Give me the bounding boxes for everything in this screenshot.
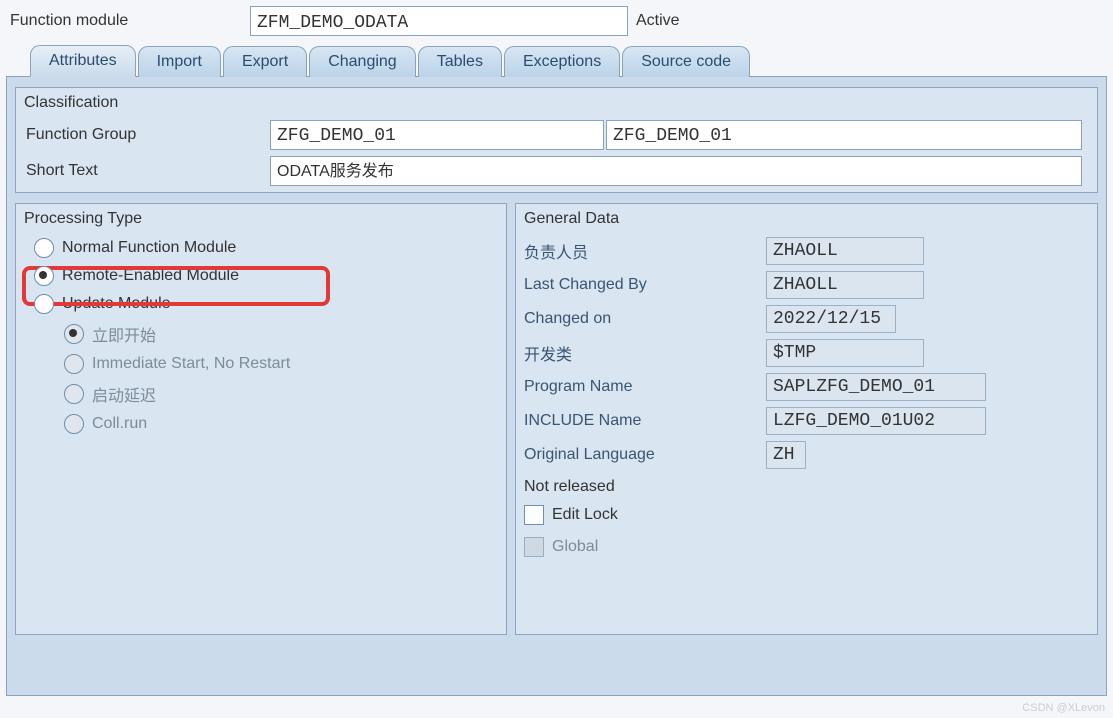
changed-on-value: 2022/12/15 <box>766 305 896 333</box>
radio-normal-row[interactable]: Normal Function Module <box>16 234 506 262</box>
dev-class-label: 开发类 <box>524 341 766 365</box>
person-value: ZHAOLL <box>766 237 924 265</box>
radio-sub-collrun-row: Coll.run <box>16 410 506 438</box>
short-text-input[interactable]: ODATA服务发布 <box>270 156 1082 186</box>
general-data-title: General Data <box>516 204 1097 234</box>
radio-remote-row[interactable]: Remote-Enabled Module <box>16 262 506 290</box>
radio-sub-delayed-row: 启动延迟 <box>16 378 506 410</box>
tab-attributes[interactable]: Attributes <box>30 45 136 77</box>
not-released-row: Not released <box>516 472 1097 499</box>
tab-strip: Attributes Import Export Changing Tables… <box>0 40 1113 76</box>
program-name-row: Program Name SAPLZFG_DEMO_01 <box>516 370 1097 404</box>
tab-tables[interactable]: Tables <box>418 46 502 77</box>
edit-lock-row[interactable]: Edit Lock <box>516 499 1097 531</box>
radio-sub-immediate <box>64 324 84 344</box>
radio-sub-no-restart-row: Immediate Start, No Restart <box>16 350 506 378</box>
person-row: 负责人员 ZHAOLL <box>516 234 1097 268</box>
tab-changing[interactable]: Changing <box>309 46 416 77</box>
function-group-label: Function Group <box>22 126 270 144</box>
radio-normal-label: Normal Function Module <box>62 239 236 257</box>
tab-import[interactable]: Import <box>138 46 221 77</box>
program-name-value: SAPLZFG_DEMO_01 <box>766 373 986 401</box>
not-released-label: Not released <box>524 478 615 496</box>
radio-update-label: Update Module <box>62 295 171 313</box>
classification-group: Classification Function Group ZFG_DEMO_0… <box>15 87 1098 193</box>
function-module-label: Function module <box>6 12 250 30</box>
global-checkbox <box>524 537 544 557</box>
dev-class-value: $TMP <box>766 339 924 367</box>
edit-lock-label: Edit Lock <box>552 506 618 524</box>
tab-source-code[interactable]: Source code <box>622 46 750 77</box>
last-changed-by-value: ZHAOLL <box>766 271 924 299</box>
function-group-input[interactable]: ZFG_DEMO_01 <box>270 120 604 150</box>
short-text-label: Short Text <box>22 162 270 180</box>
global-row: Global <box>516 531 1097 563</box>
status-active: Active <box>628 12 680 30</box>
radio-normal[interactable] <box>34 238 54 258</box>
radio-sub-immediate-label: 立即开始 <box>92 322 156 346</box>
last-changed-by-row: Last Changed By ZHAOLL <box>516 268 1097 302</box>
tab-export[interactable]: Export <box>223 46 307 77</box>
general-data-group: General Data 负责人员 ZHAOLL Last Changed By… <box>515 203 1098 635</box>
short-text-row: Short Text ODATA服务发布 <box>22 156 1091 186</box>
tab-body: Classification Function Group ZFG_DEMO_0… <box>6 76 1107 696</box>
edit-lock-checkbox[interactable] <box>524 505 544 525</box>
include-name-label: INCLUDE Name <box>524 412 766 430</box>
radio-sub-collrun-label: Coll.run <box>92 415 147 433</box>
include-name-value: LZFG_DEMO_01U02 <box>766 407 986 435</box>
lower-row: Processing Type Normal Function Module R… <box>15 203 1098 635</box>
radio-sub-no-restart-label: Immediate Start, No Restart <box>92 355 290 373</box>
processing-type-title: Processing Type <box>16 204 506 234</box>
changed-on-row: Changed on 2022/12/15 <box>516 302 1097 336</box>
radio-sub-immediate-row: 立即开始 <box>16 318 506 350</box>
classification-title: Classification <box>16 88 1097 118</box>
program-name-label: Program Name <box>524 378 766 396</box>
orig-lang-label: Original Language <box>524 446 766 464</box>
radio-remote-label: Remote-Enabled Module <box>62 267 239 285</box>
radio-sub-collrun <box>64 414 84 434</box>
person-label: 负责人员 <box>524 239 766 263</box>
function-group-desc-input[interactable]: ZFG_DEMO_01 <box>606 120 1082 150</box>
changed-on-label: Changed on <box>524 310 766 328</box>
tab-exceptions[interactable]: Exceptions <box>504 46 620 77</box>
dev-class-row: 开发类 $TMP <box>516 336 1097 370</box>
radio-sub-no-restart <box>64 354 84 374</box>
radio-sub-delayed <box>64 384 84 404</box>
radio-update[interactable] <box>34 294 54 314</box>
radio-remote[interactable] <box>34 266 54 286</box>
global-label: Global <box>552 538 598 556</box>
processing-type-group: Processing Type Normal Function Module R… <box>15 203 507 635</box>
orig-lang-value: ZH <box>766 441 806 469</box>
radio-update-row[interactable]: Update Module <box>16 290 506 318</box>
header-row: Function module ZFM_DEMO_ODATA Active <box>0 0 1113 40</box>
include-name-row: INCLUDE Name LZFG_DEMO_01U02 <box>516 404 1097 438</box>
orig-lang-row: Original Language ZH <box>516 438 1097 472</box>
last-changed-by-label: Last Changed By <box>524 276 766 294</box>
radio-sub-delayed-label: 启动延迟 <box>92 382 156 406</box>
function-group-row: Function Group ZFG_DEMO_01 ZFG_DEMO_01 <box>22 120 1091 150</box>
function-module-input[interactable]: ZFM_DEMO_ODATA <box>250 6 628 36</box>
watermark: CSDN @XLevon <box>1022 702 1105 714</box>
